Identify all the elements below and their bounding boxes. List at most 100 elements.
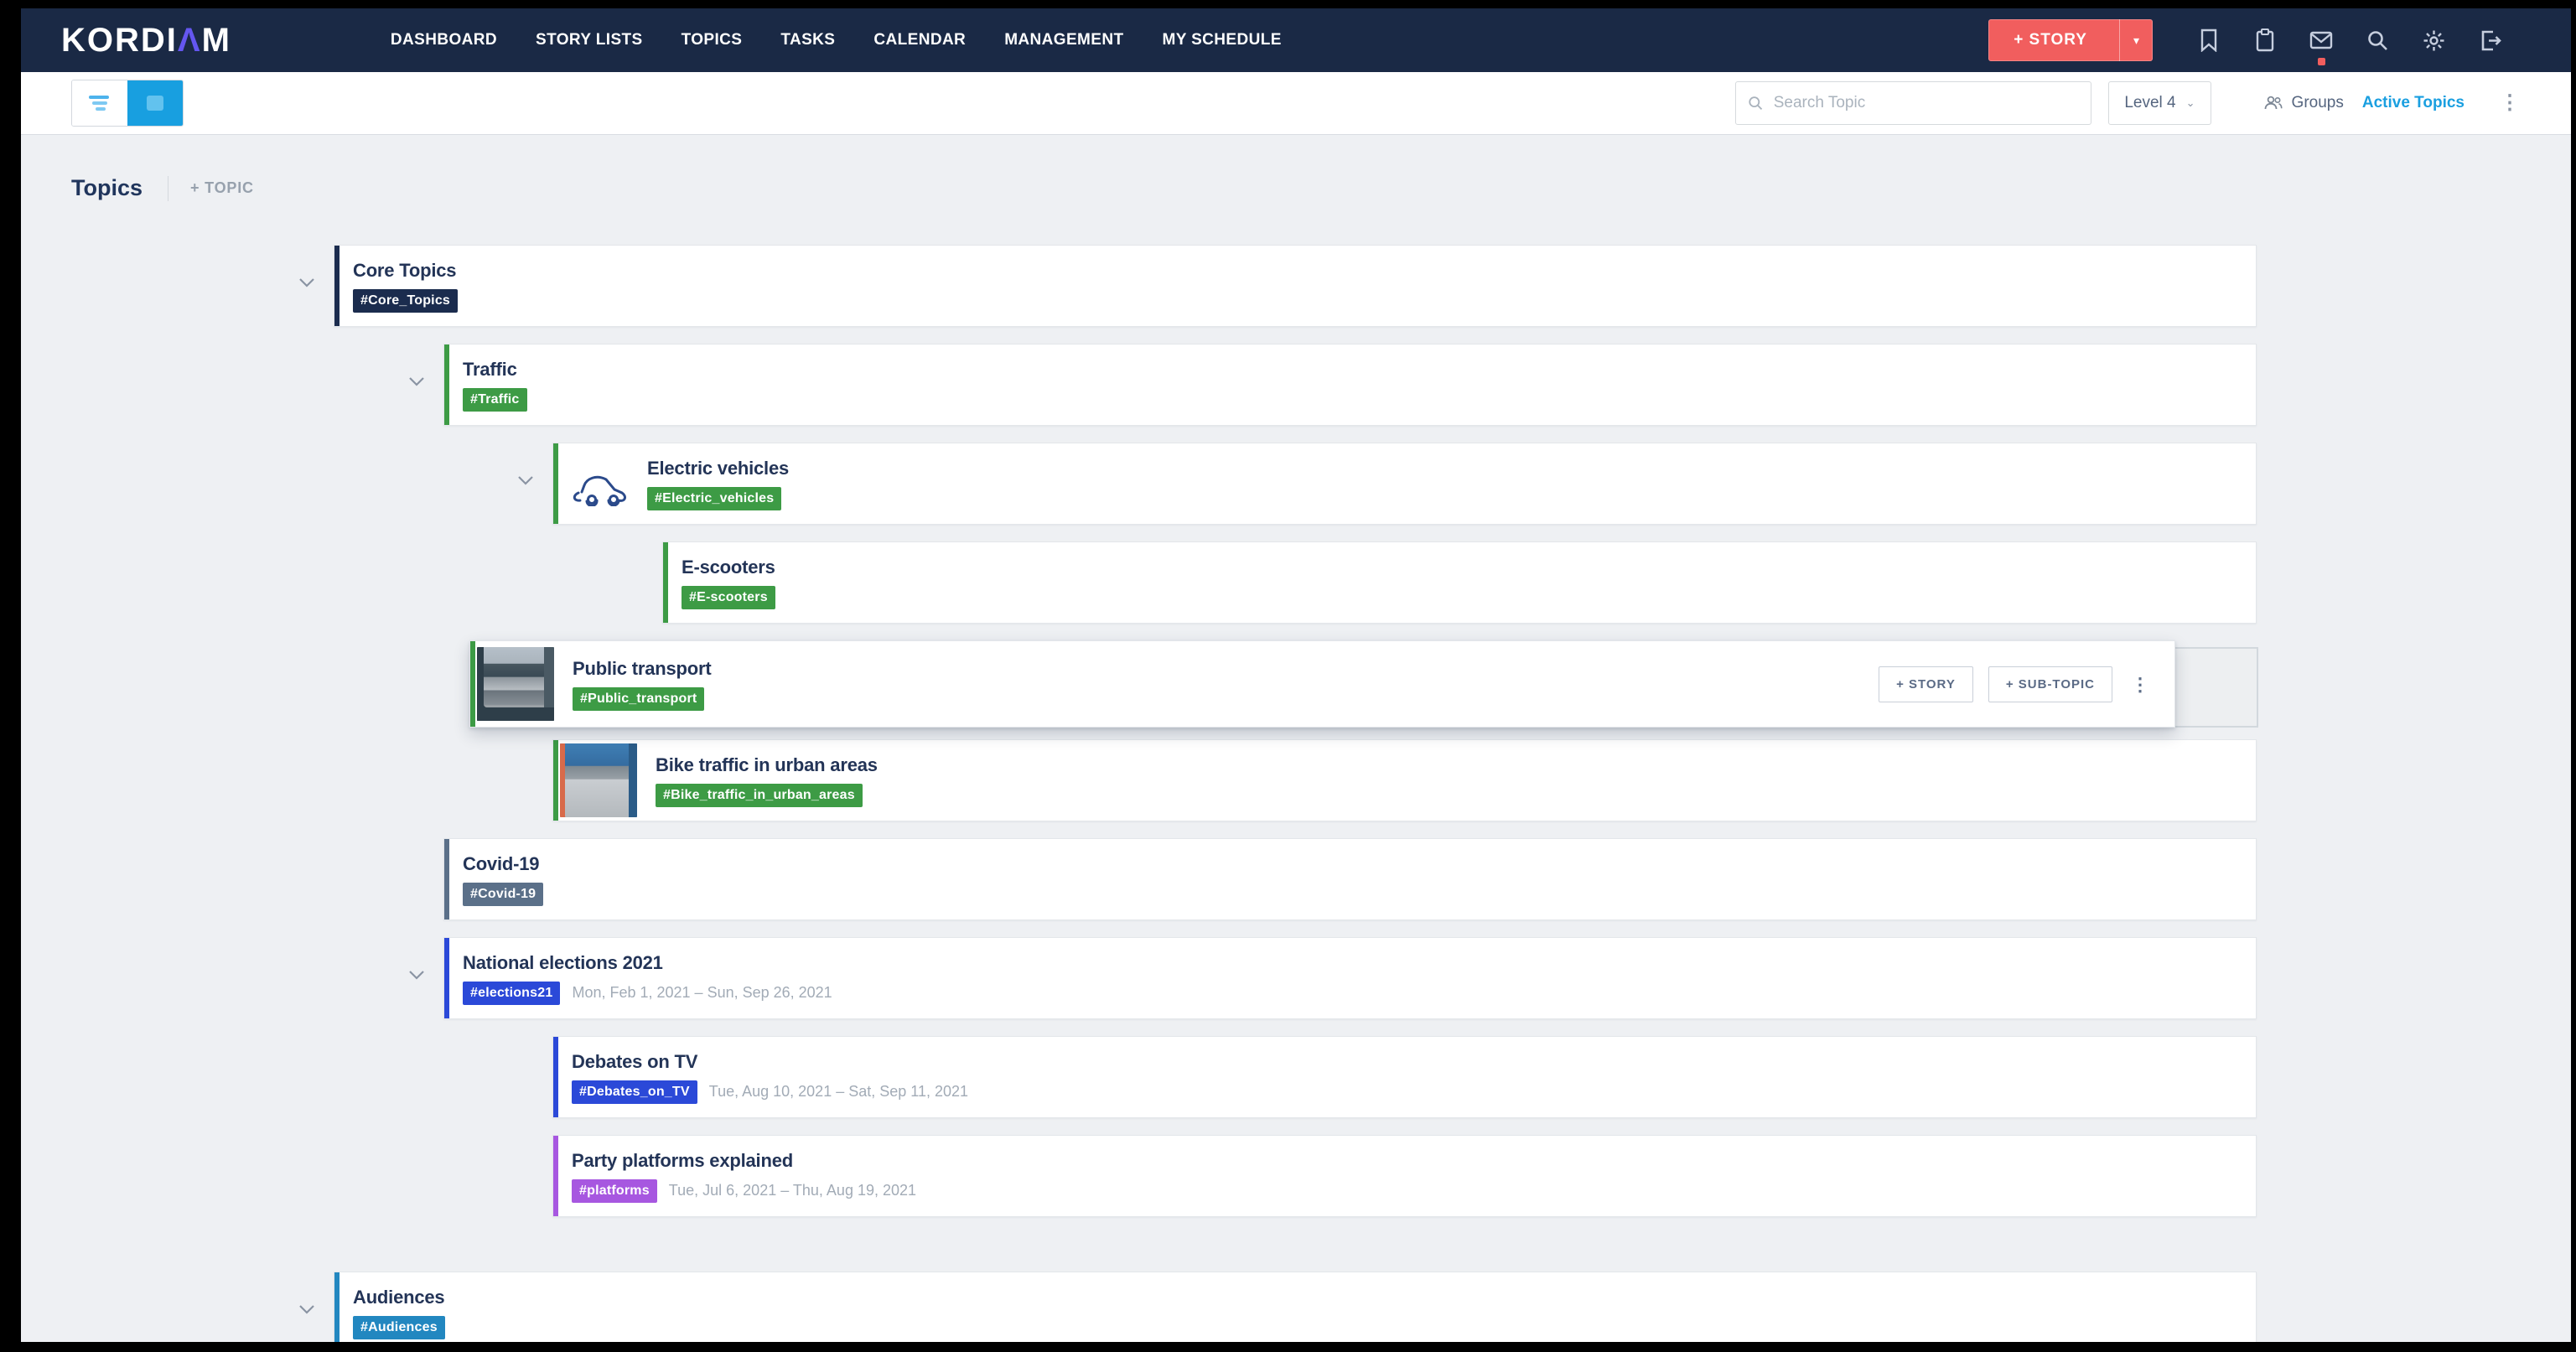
topic-date-range: Mon, Feb 1, 2021 – Sun, Sep 26, 2021 <box>572 984 832 1001</box>
topic-hashtag-badge: #Public_transport <box>573 686 705 711</box>
level-dropdown[interactable]: Level 4 ⌄ <box>2108 81 2211 125</box>
topic-row-bike-traffic: Bike traffic in urban areas #Bike_traffic… <box>21 739 2257 821</box>
topic-tree: Core Topics #Core_Topics Traffic #Traffic El… <box>21 245 2258 1342</box>
topic-color-bar <box>553 740 558 821</box>
topic-card-electric-vehicles[interactable]: Electric vehicles #Electric_vehicles <box>552 443 2257 525</box>
search-icon <box>1749 96 1763 110</box>
topic-row-party-platforms-explained: Party platforms explained #platforms Tue, … <box>21 1135 2257 1217</box>
topic-color-bar <box>444 839 449 919</box>
topic-card-bike-traffic[interactable]: Bike traffic in urban areas #Bike_traffic… <box>552 739 2257 821</box>
nav-item-story-lists[interactable]: STORY LISTS <box>536 31 643 49</box>
toolbar-kebab-menu[interactable]: ⋮ <box>2500 93 2520 113</box>
expand-chevron-icon[interactable] <box>298 277 315 288</box>
topic-row-electric-vehicles: Electric vehicles #Electric_vehicles <box>21 443 2257 525</box>
topic-meta: National elections 2021 #elections21 Mon, … <box>463 952 832 1005</box>
topic-title: Audiences <box>353 1286 445 1308</box>
navbar-icon-group <box>2196 28 2502 65</box>
topic-row-debates-on-tv: Debates on TV #Debates_on_TV Tue, Aug 10, … <box>21 1036 2257 1118</box>
topic-kebab-menu[interactable]: ⋮ <box>2128 675 2153 693</box>
topic-hashtag-badge: #Electric_vehicles <box>647 486 782 510</box>
topic-card-national-elections-2021[interactable]: National elections 2021 #elections21 Mon, … <box>443 937 2257 1019</box>
bookmark-icon[interactable] <box>2196 28 2221 53</box>
add-subtopic-button[interactable]: + SUB-TOPIC <box>1988 666 2112 702</box>
active-topics-link[interactable]: Active Topics <box>2362 94 2465 112</box>
topic-meta: Core Topics #Core_Topics <box>353 259 459 313</box>
topic-title: Traffic <box>463 358 517 380</box>
topic-meta: Debates on TV #Debates_on_TV Tue, Aug 10, … <box>572 1051 968 1104</box>
topic-hashtag-badge: #elections21 <box>463 981 561 1005</box>
topic-card-public-transport[interactable]: Public transport #Public_transport + STORY… <box>469 640 2175 728</box>
topic-meta: Public transport #Public_transport <box>573 658 712 711</box>
topic-title: Party platforms explained <box>572 1149 793 1171</box>
groups-button[interactable]: Groups <box>2263 94 2344 112</box>
chevron-down-icon: ⌄ <box>2185 96 2195 109</box>
topic-color-bar <box>334 1272 339 1342</box>
nav-item-dashboard[interactable]: DASHBOARD <box>391 31 497 49</box>
topic-hashtag-badge: #Traffic <box>463 387 527 412</box>
topic-card-traffic[interactable]: Traffic #Traffic <box>443 344 2257 426</box>
add-story-to-topic-button[interactable]: + STORY <box>1879 666 1973 702</box>
add-story-button[interactable]: + STORY <box>1988 19 2119 61</box>
topic-title: Public transport <box>573 657 712 679</box>
topic-meta: Electric vehicles #Electric_vehicles <box>647 458 789 510</box>
page-header: Topics + TOPIC <box>71 175 2571 201</box>
topic-row-e-scooters: E-scooters #E-scooters <box>21 541 2257 624</box>
expand-chevron-icon[interactable] <box>408 969 425 981</box>
topic-meta: Party platforms explained #platforms Tue, … <box>572 1150 916 1203</box>
topic-card-party-platforms-explained[interactable]: Party platforms explained #platforms Tue, … <box>552 1135 2257 1217</box>
expand-chevron-icon[interactable] <box>517 474 534 486</box>
list-view-toggle[interactable] <box>72 80 127 126</box>
app-screen: KORDIΛM DASHBOARD STORY LISTS TOPICS TASKS C… <box>21 8 2571 1342</box>
topic-color-bar <box>553 1136 558 1216</box>
topic-color-bar <box>553 443 558 524</box>
topic-row-audiences: Audiences #Audiences <box>21 1272 2257 1342</box>
expand-chevron-icon[interactable] <box>298 1303 315 1315</box>
settings-gear-icon[interactable] <box>2421 28 2446 53</box>
main-nav-menu: DASHBOARD STORY LISTS TOPICS TASKS CALENDAR M… <box>391 31 1282 49</box>
search-icon[interactable] <box>2365 28 2390 53</box>
topic-date-range: Tue, Jul 6, 2021 – Thu, Aug 19, 2021 <box>668 1182 917 1199</box>
topic-thumbnail-bike <box>560 743 637 817</box>
add-story-caret[interactable]: ▾ <box>2118 19 2153 61</box>
topic-card-e-scooters[interactable]: E-scooters #E-scooters <box>662 541 2257 624</box>
card-view-toggle[interactable] <box>127 80 183 126</box>
topic-search-box[interactable] <box>1735 81 2092 125</box>
kordiam-logo[interactable]: KORDIΛM <box>61 22 231 60</box>
topic-title: National elections 2021 <box>463 951 663 973</box>
topic-color-bar <box>334 246 339 326</box>
topic-title: Covid-19 <box>463 852 540 874</box>
nav-item-calendar[interactable]: CALENDAR <box>873 31 966 49</box>
topic-title: Debates on TV <box>572 1050 698 1072</box>
nav-item-my-schedule[interactable]: MY SCHEDULE <box>1162 31 1281 49</box>
topic-title: Electric vehicles <box>647 457 790 479</box>
topic-meta: E-scooters #E-scooters <box>682 557 775 609</box>
topic-card-audiences[interactable]: Audiences #Audiences <box>334 1272 2257 1342</box>
topic-hashtag-badge: #platforms <box>572 1178 657 1203</box>
navbar-right: + STORY ▾ <box>1988 19 2502 65</box>
clipboard-icon[interactable] <box>2252 28 2278 53</box>
nav-item-topics[interactable]: TOPICS <box>682 31 743 49</box>
topic-hashtag-badge: #Debates_on_TV <box>572 1080 697 1104</box>
topic-card-core-topics[interactable]: Core Topics #Core_Topics <box>334 245 2257 327</box>
topic-hashtag-badge: #E-scooters <box>682 585 775 609</box>
topic-card-covid-19[interactable]: Covid-19 #Covid-19 <box>443 838 2257 920</box>
expand-chevron-icon[interactable] <box>408 376 425 387</box>
topic-title: Core Topics <box>353 259 457 281</box>
top-navbar: KORDIΛM DASHBOARD STORY LISTS TOPICS TASKS C… <box>21 8 2571 72</box>
topic-color-bar <box>663 542 668 623</box>
groups-icon <box>2264 96 2283 110</box>
add-topic-button[interactable]: + TOPIC <box>190 179 254 197</box>
topic-hashtag-badge: #Core_Topics <box>353 288 459 313</box>
topic-title: Bike traffic in urban areas <box>656 754 878 775</box>
logout-icon[interactable] <box>2477 28 2502 53</box>
topic-date-range: Tue, Aug 10, 2021 – Sat, Sep 11, 2021 <box>708 1083 968 1100</box>
topic-hashtag-badge: #Covid-19 <box>463 882 544 906</box>
list-view-icon <box>89 96 109 111</box>
topic-search-input[interactable] <box>1771 93 2080 113</box>
nav-item-tasks[interactable]: TASKS <box>780 31 835 49</box>
add-story-split-button[interactable]: + STORY ▾ <box>1988 19 2153 61</box>
topic-card-debates-on-tv[interactable]: Debates on TV #Debates_on_TV Tue, Aug 10, … <box>552 1036 2257 1118</box>
topics-toolbar: Level 4⌄ Groups Active Topics ⋮ <box>21 72 2571 135</box>
nav-item-management[interactable]: MANAGEMENT <box>1004 31 1123 49</box>
mail-icon[interactable] <box>2309 28 2334 65</box>
